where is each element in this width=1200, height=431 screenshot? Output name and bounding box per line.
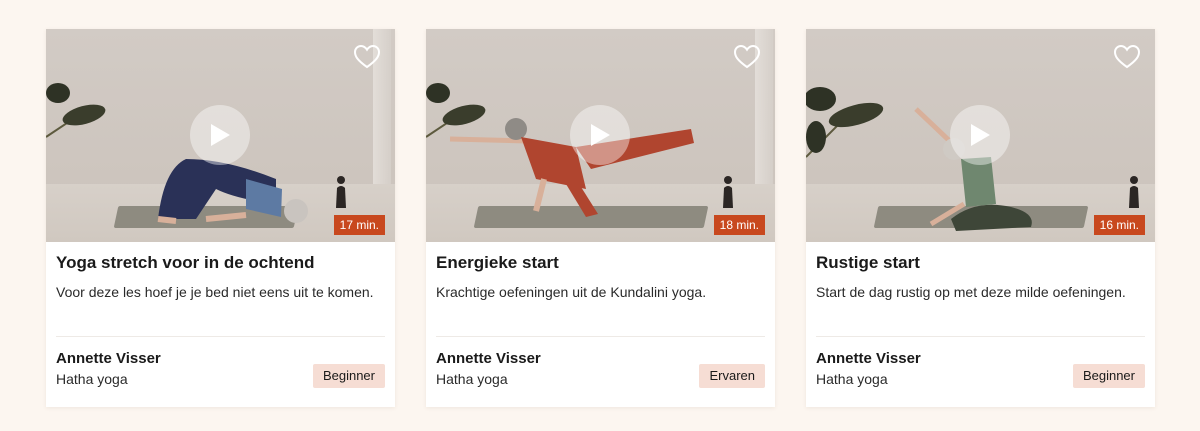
- favorite-heart-icon[interactable]: [733, 43, 761, 71]
- duration-badge: 18 min.: [713, 215, 765, 235]
- play-button[interactable]: [190, 105, 250, 165]
- class-card[interactable]: 16 min. Rustige start Start de dag rusti…: [806, 29, 1155, 407]
- class-title[interactable]: Yoga stretch voor in de ochtend: [56, 252, 385, 274]
- play-icon: [591, 124, 610, 146]
- class-title[interactable]: Rustige start: [816, 252, 1145, 274]
- divider: [816, 336, 1145, 337]
- video-thumbnail[interactable]: 18 min.: [426, 29, 775, 242]
- favorite-heart-icon[interactable]: [353, 43, 381, 71]
- duration-badge: 17 min.: [333, 215, 385, 235]
- duration-badge: 16 min.: [1093, 215, 1145, 235]
- video-thumbnail[interactable]: 17 min.: [46, 29, 395, 242]
- divider: [436, 336, 765, 337]
- level-badge: Beginner: [312, 364, 385, 388]
- class-card-grid: 17 min. Yoga stretch voor in de ochtend …: [0, 0, 1200, 431]
- class-description: Krachtige oefeningen uit de Kundalini yo…: [436, 284, 707, 300]
- level-badge: Ervaren: [699, 364, 765, 388]
- play-button[interactable]: [570, 105, 630, 165]
- class-title[interactable]: Energieke start: [436, 252, 765, 274]
- class-description: Voor deze les hoef je je bed niet eens u…: [56, 284, 374, 300]
- video-thumbnail[interactable]: 16 min.: [806, 29, 1155, 242]
- play-icon: [971, 124, 990, 146]
- divider: [56, 336, 385, 337]
- class-card[interactable]: 18 min. Energieke start Krachtige oefeni…: [426, 29, 775, 407]
- play-icon: [211, 124, 230, 146]
- play-button[interactable]: [950, 105, 1010, 165]
- class-description: Start de dag rustig op met deze milde oe…: [816, 284, 1126, 300]
- favorite-heart-icon[interactable]: [1113, 43, 1141, 71]
- class-card[interactable]: 17 min. Yoga stretch voor in de ochtend …: [46, 29, 395, 407]
- level-badge: Beginner: [1072, 364, 1145, 388]
